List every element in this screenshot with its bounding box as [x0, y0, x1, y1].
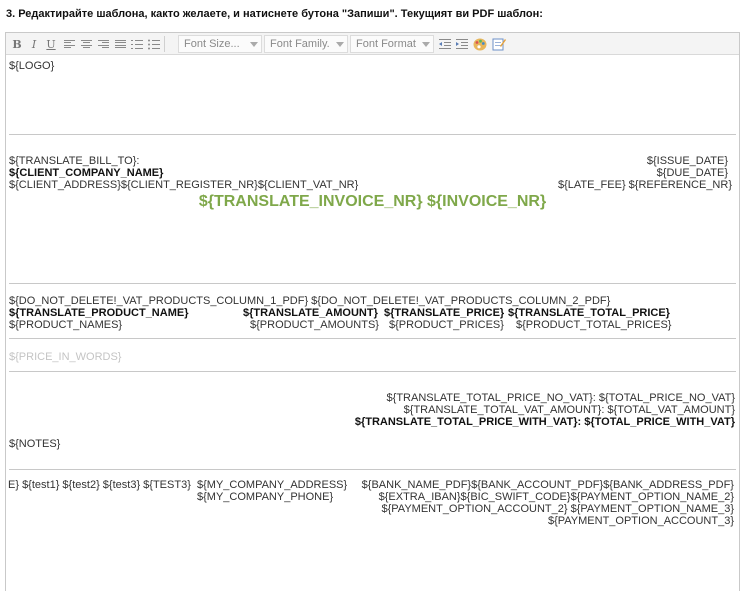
chevron-down-icon: [336, 42, 344, 47]
extra-iban-swift: ${EXTRA_IBAN}${BIC_SWIFT_CODE}${PAYMENT_…: [378, 491, 734, 503]
font-family-label: Font Family.: [270, 38, 330, 50]
align-right-icon[interactable]: [96, 36, 110, 52]
font-size-select[interactable]: Font Size...: [178, 35, 262, 53]
product-total-prices: ${PRODUCT_TOTAL_PRICES}: [516, 319, 672, 331]
product-amount-header: ${TRANSLATE_AMOUNT}: [243, 307, 378, 319]
align-justify-icon[interactable]: [113, 36, 127, 52]
instruction-heading: 3. Редактирайте шаблона, както желаете, …: [6, 8, 543, 20]
product-prices: ${PRODUCT_PRICES}: [389, 319, 504, 331]
bill-to-label: ${TRANSLATE_BILL_TO}:: [9, 155, 140, 167]
unordered-list-icon[interactable]: [147, 36, 161, 52]
align-left-icon[interactable]: [62, 36, 76, 52]
footer-test-fields: E} ${test1} ${test2} ${test3} ${TEST3}: [8, 479, 191, 491]
my-company-address: ${MY_COMPANY_ADDRESS}: [197, 479, 348, 491]
align-center-icon[interactable]: [79, 36, 93, 52]
price-in-words: ${PRICE_IN_WORDS}: [9, 351, 122, 363]
issue-date: ${ISSUE_DATE}: [646, 155, 728, 167]
editor-toolbar: B I U Font Size... Font Family. Font For…: [6, 33, 739, 55]
color-palette-icon[interactable]: [473, 36, 487, 52]
font-format-select[interactable]: Font Format: [350, 35, 434, 53]
logo-placeholder: ${LOGO}: [9, 60, 55, 72]
bold-button[interactable]: B: [10, 36, 24, 52]
total-price-with-vat: ${TRANSLATE_TOTAL_PRICE_WITH_VAT}: ${TOT…: [354, 416, 735, 428]
divider: [9, 338, 736, 339]
my-company-phone: ${MY_COMPANY_PHONE}: [197, 491, 334, 503]
bank-details: ${BANK_NAME_PDF}${BANK_ACCOUNT_PDF}${BAN…: [361, 479, 734, 491]
due-date: ${DUE_DATE}: [656, 167, 728, 179]
divider: [9, 283, 736, 284]
product-name-header: ${TRANSLATE_PRODUCT_NAME}: [9, 307, 189, 319]
underline-button[interactable]: U: [44, 36, 58, 52]
edit-html-icon[interactable]: [492, 36, 506, 52]
late-fee-reference: ${LATE_FEE} ${REFERENCE_NR}: [557, 179, 732, 191]
product-price-header: ${TRANSLATE_PRICE}: [384, 307, 505, 319]
editor-content[interactable]: ${LOGO} ${TRANSLATE_BILL_TO}: ${CLIENT_C…: [6, 55, 739, 591]
payment-option-account-3: ${PAYMENT_OPTION_ACCOUNT_3}: [547, 515, 734, 527]
font-format-label: Font Format: [356, 38, 416, 50]
vat-products-columns: ${DO_NOT_DELETE!_VAT_PRODUCTS_COLUMN_1_P…: [9, 295, 611, 307]
invoice-number-title: ${TRANSLATE_INVOICE_NR} ${INVOICE_NR}: [198, 193, 547, 210]
divider: [9, 134, 736, 135]
outdent-icon[interactable]: [438, 36, 452, 52]
client-address: ${CLIENT_ADDRESS}${CLIENT_REGISTER_NR}${…: [9, 179, 359, 191]
client-company-name: ${CLIENT_COMPANY_NAME}: [9, 167, 164, 179]
ordered-list-icon[interactable]: [130, 36, 144, 52]
payment-option-account-2: ${PAYMENT_OPTION_ACCOUNT_2} ${PAYMENT_OP…: [381, 503, 734, 515]
divider: [9, 371, 736, 372]
product-amounts: ${PRODUCT_AMOUNTS}: [250, 319, 379, 331]
chevron-down-icon: [250, 42, 258, 47]
total-vat-amount: ${TRANSLATE_TOTAL_VAT_AMOUNT}: ${TOTAL_V…: [403, 404, 735, 416]
italic-button[interactable]: I: [27, 36, 41, 52]
font-size-label: Font Size...: [184, 38, 240, 50]
chevron-down-icon: [422, 42, 430, 47]
notes-placeholder: ${NOTES}: [9, 438, 61, 450]
product-total-header: ${TRANSLATE_TOTAL_PRICE}: [508, 307, 670, 319]
product-names: ${PRODUCT_NAMES}: [9, 319, 123, 331]
indent-icon[interactable]: [455, 36, 469, 52]
pdf-template-editor[interactable]: B I U Font Size... Font Family. Font For…: [5, 32, 740, 591]
font-family-select[interactable]: Font Family.: [264, 35, 348, 53]
total-price-no-vat: ${TRANSLATE_TOTAL_PRICE_NO_VAT}: ${TOTAL…: [386, 392, 735, 404]
divider: [9, 469, 736, 470]
